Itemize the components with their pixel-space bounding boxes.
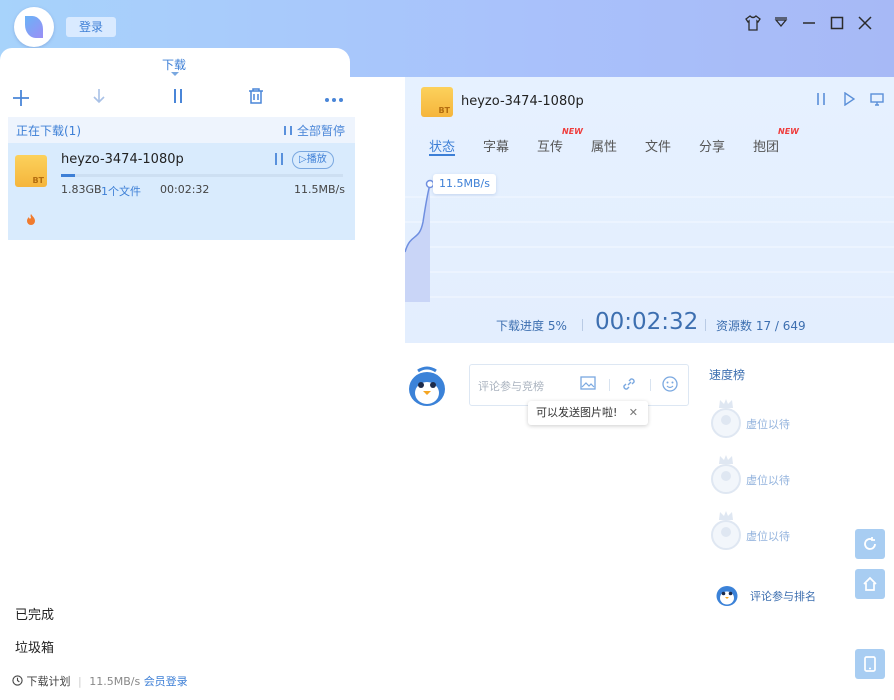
download-list-panel: 正在下载(1) 全部暂停 BT heyzo-3474-1080p ▷播放 1.8… — [0, 77, 355, 700]
link-icon[interactable] — [621, 376, 637, 396]
speed-tooltip: 11.5MB/s — [433, 174, 496, 194]
nav-trash[interactable]: 垃圾箱 — [15, 637, 54, 656]
tab-share[interactable]: 分享 — [699, 136, 725, 155]
bt-file-icon: BT — [15, 155, 47, 187]
chevron-down-icon — [171, 72, 179, 76]
tooltip-text: 可以发送图片啦! — [536, 406, 618, 419]
pause-all-label: 全部暂停 — [296, 124, 345, 138]
rank-avatar — [711, 464, 741, 494]
detail-title: heyzo-3474-1080p — [461, 94, 584, 109]
home-icon[interactable] — [855, 569, 885, 599]
refresh-icon[interactable] — [855, 529, 885, 559]
chart-gridlines — [405, 196, 894, 298]
nav-completed[interactable]: 已完成 — [15, 604, 54, 623]
task-size: 1.83GB — [61, 183, 102, 196]
bt-file-icon: BT — [421, 87, 453, 117]
image-send-tooltip: 可以发送图片啦! ✕ — [528, 401, 648, 425]
minimize-icon[interactable] — [798, 14, 820, 36]
task-progress-bar — [61, 174, 343, 177]
task-speed: 11.5MB/s — [294, 183, 345, 196]
rank-item: 虚位以待 — [711, 398, 871, 442]
fire-icon — [25, 213, 37, 228]
rank-item: 虚位以待 — [711, 510, 871, 554]
new-badge: NEW — [562, 127, 583, 136]
download-progress-label: 下载进度 5% — [496, 319, 567, 333]
close-icon[interactable] — [854, 14, 876, 36]
task-detail-panel: BT heyzo-3474-1080p 状态 字幕 互传 NEW 属性 文件 分… — [405, 77, 894, 343]
footer-bar: 下载计划 | 11.5MB/s 会员登录 — [12, 673, 188, 689]
task-name: heyzo-3474-1080p — [61, 152, 184, 167]
my-avatar — [716, 582, 738, 606]
download-icon[interactable] — [87, 87, 111, 109]
rank-avatar — [711, 520, 741, 550]
rank-avatar — [711, 408, 741, 438]
tab-files[interactable]: 文件 — [645, 136, 671, 155]
tab-status[interactable]: 状态 — [429, 136, 455, 155]
task-elapsed: 00:02:32 — [160, 183, 210, 196]
tab-transfer[interactable]: 互传 — [537, 136, 563, 155]
play-button[interactable]: ▷播放 — [292, 151, 334, 169]
user-avatar — [408, 365, 446, 407]
detail-play-button[interactable] — [843, 91, 856, 110]
comment-rank-link[interactable]: 评论参与排名 — [750, 588, 816, 604]
trash-icon[interactable] — [244, 87, 268, 109]
rank-label: 虚位以待 — [746, 530, 790, 543]
tab-subtitles[interactable]: 字幕 — [483, 136, 509, 155]
dropdown-icon[interactable] — [770, 14, 792, 36]
speed-rank-title: 速度榜 — [709, 368, 746, 382]
emoji-icon[interactable] — [662, 376, 678, 396]
footer-speed: 11.5MB/s — [89, 675, 141, 688]
pause-button[interactable] — [166, 87, 190, 109]
close-icon[interactable]: ✕ — [629, 401, 638, 425]
download-tab-label[interactable]: 下载 — [162, 56, 186, 73]
image-icon[interactable] — [580, 376, 596, 394]
downloading-section-header: 正在下载(1) 全部暂停 — [8, 117, 355, 143]
vip-login-link[interactable]: 会员登录 — [144, 675, 188, 688]
pause-all-button[interactable]: 全部暂停 — [283, 122, 345, 139]
task-files-link[interactable]: 1个文件 — [101, 183, 141, 199]
more-icon[interactable] — [322, 87, 346, 109]
clock-icon — [12, 675, 27, 688]
shirt-icon[interactable] — [742, 14, 764, 36]
new-badge: NEW — [778, 127, 799, 136]
add-task-button[interactable] — [9, 87, 33, 109]
maximize-icon[interactable] — [826, 14, 848, 36]
monitor-icon[interactable] — [870, 92, 884, 110]
downloading-section-title: 正在下载(1) — [16, 124, 81, 138]
task-pause-button[interactable] — [273, 152, 285, 170]
rank-label: 虚位以待 — [746, 474, 790, 487]
rank-item: 虚位以待 — [711, 454, 871, 498]
download-plan-link[interactable]: 下载计划 — [27, 675, 71, 688]
resources-count: 资源数 17 / 649 — [716, 319, 806, 333]
task-progress-fill — [61, 174, 76, 177]
rank-label: 虚位以待 — [746, 418, 790, 431]
tab-properties[interactable]: 属性 — [591, 136, 617, 155]
app-logo — [14, 7, 54, 47]
tab-active-indicator — [429, 154, 455, 156]
detail-pause-button[interactable] — [815, 92, 827, 110]
comment-placeholder: 评论参与竞榜 — [478, 380, 544, 393]
tab-group[interactable]: 抱团 — [753, 136, 779, 155]
elapsed-time: 00:02:32 — [595, 309, 699, 335]
phone-icon[interactable] — [855, 649, 885, 679]
comment-input[interactable]: 评论参与竞榜 — [469, 364, 689, 406]
download-task-row[interactable]: BT heyzo-3474-1080p ▷播放 1.83GB 1个文件 00:0… — [8, 143, 355, 240]
login-button[interactable]: 登录 — [66, 17, 116, 37]
